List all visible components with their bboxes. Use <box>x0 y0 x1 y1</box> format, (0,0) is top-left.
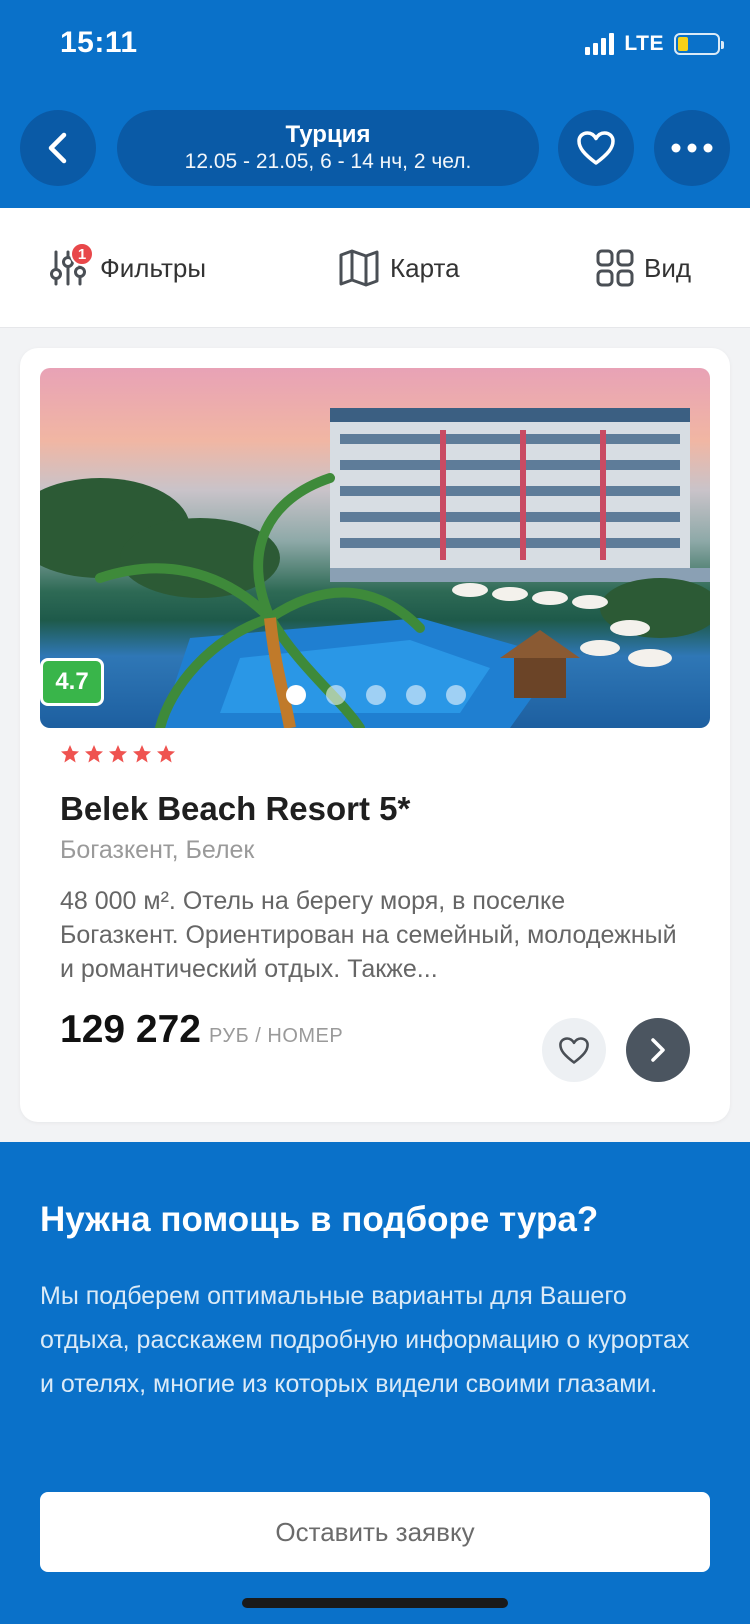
trip-details: 12.05 - 21.05, 6 - 14 нч, 2 чел. <box>184 150 472 173</box>
tour-help-section: Нужна помощь в подборе тура? Мы подберем… <box>0 1142 750 1624</box>
price-unit: РУБ / НОМЕР <box>208 1025 344 1047</box>
chevron-left-icon <box>48 132 67 164</box>
map-icon <box>339 249 379 287</box>
photo-dot[interactable] <box>446 685 466 705</box>
view-button[interactable]: Вид <box>596 244 691 292</box>
hotel-photo-illustration <box>40 408 710 728</box>
hotel-name[interactable]: Belek Beach Resort 5* <box>60 790 410 828</box>
hotel-rating-badge: 4.7 <box>40 658 104 706</box>
star-icon <box>85 745 103 763</box>
filters-count-badge: 1 <box>70 242 94 266</box>
sliders-icon: 1 <box>48 242 94 288</box>
photo-dot[interactable] <box>286 685 306 705</box>
add-to-favorites-button[interactable] <box>542 1018 606 1082</box>
hotel-stars <box>60 744 176 764</box>
more-dots-icon <box>671 143 713 153</box>
star-icon <box>61 745 79 763</box>
photo-pagination[interactable] <box>286 685 466 705</box>
status-time: 15:11 <box>60 26 138 59</box>
filters-button[interactable]: 1 Фильтры <box>48 242 207 292</box>
star-icon <box>157 745 175 763</box>
search-summary-button[interactable]: Турция 12.05 - 21.05, 6 - 14 нч, 2 чел. <box>117 110 539 186</box>
more-button[interactable] <box>654 110 730 186</box>
star-icon <box>109 745 127 763</box>
hotel-photo[interactable] <box>40 368 710 728</box>
grid-icon <box>596 249 634 287</box>
map-button[interactable]: Карта <box>338 244 460 292</box>
open-hotel-button[interactable] <box>626 1018 690 1082</box>
hotel-location: Богазкент, Белек <box>60 836 255 864</box>
filters-label: Фильтры <box>100 252 207 283</box>
leave-request-button[interactable]: Оставить заявку <box>40 1492 710 1572</box>
battery-icon <box>674 33 724 55</box>
top-header: 15:11 LTE Турция 12.05 - 21.05, 6 - 14 н… <box>0 0 750 208</box>
results-toolbar: 1 Фильтры Карта Вид <box>0 208 750 328</box>
photo-dot[interactable] <box>326 685 346 705</box>
heart-icon <box>577 131 615 165</box>
signal-icon <box>585 33 615 55</box>
photo-dot[interactable] <box>366 685 386 705</box>
favorites-button[interactable] <box>558 110 634 186</box>
chevron-right-icon <box>651 1038 665 1062</box>
heart-icon <box>559 1036 589 1064</box>
back-button[interactable] <box>20 110 96 186</box>
hotel-price: 129 272 РУБ / НОМЕР <box>60 1008 343 1052</box>
price-value: 129 272 <box>60 1008 201 1051</box>
star-icon <box>133 745 151 763</box>
help-title: Нужна помощь в подборе тура? <box>40 1200 599 1239</box>
map-label: Карта <box>390 252 460 283</box>
view-label: Вид <box>644 252 692 283</box>
help-text: Мы подберем оптимальные варианты для Ваш… <box>40 1282 690 1398</box>
destination-title: Турция <box>285 121 371 148</box>
photo-dot[interactable] <box>406 685 426 705</box>
status-indicators: LTE <box>585 32 724 56</box>
hotel-card[interactable]: Belek Beach Resort 5* Богазкент, Белек 4… <box>20 348 730 1122</box>
hotel-description: 48 000 м². Отель на берегу моря, в посел… <box>60 887 677 983</box>
home-indicator <box>242 1598 508 1608</box>
network-label: LTE <box>624 32 664 55</box>
